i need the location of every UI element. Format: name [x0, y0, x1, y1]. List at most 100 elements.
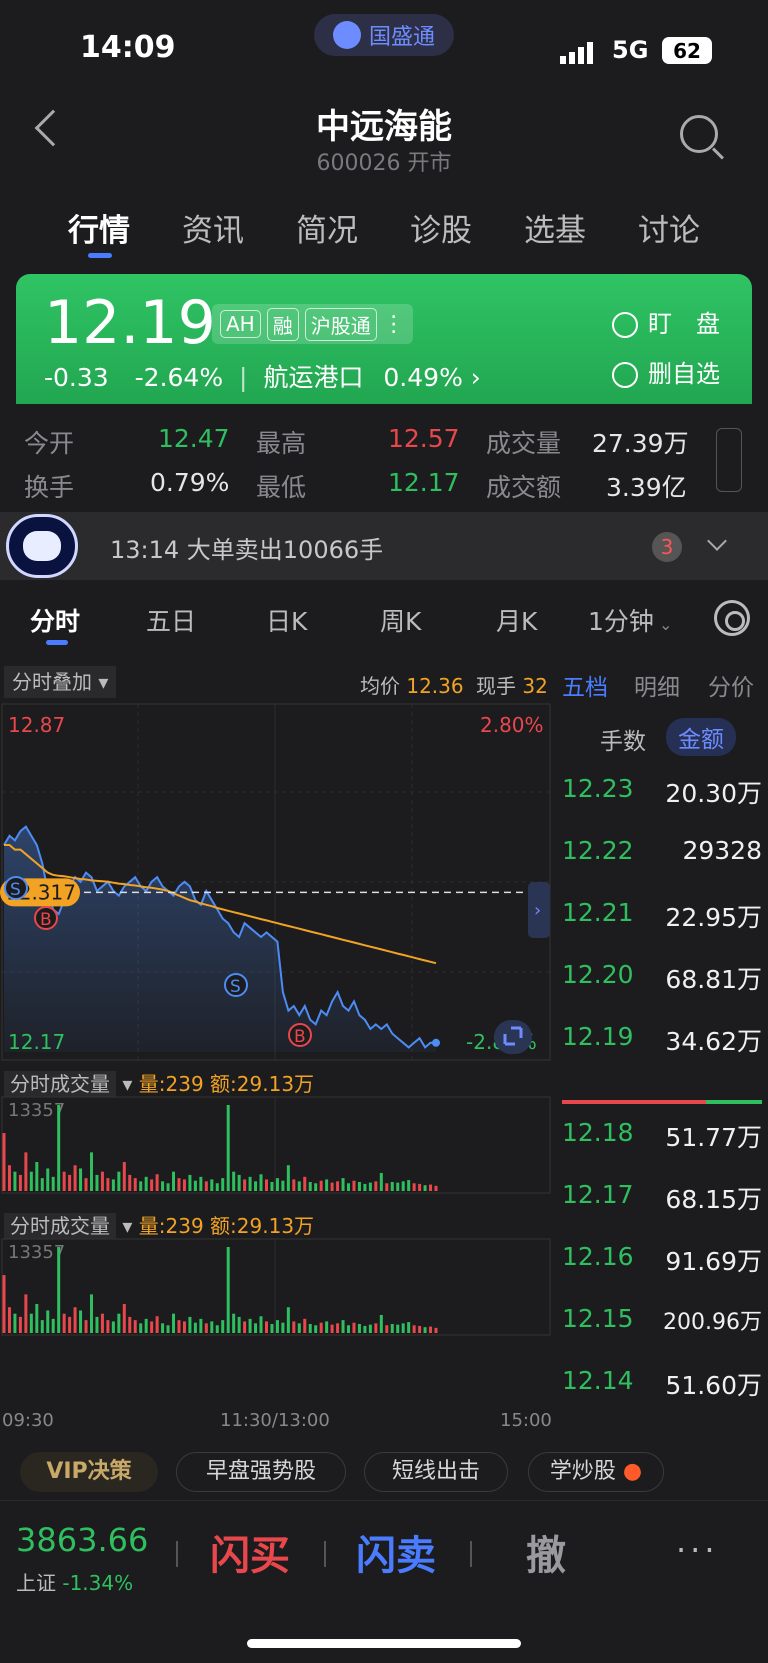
tab-day-k[interactable]: 日K [266, 602, 307, 638]
tab-1min[interactable]: 1分钟 ⌄ [588, 602, 672, 638]
remove-watchlist-button[interactable]: 删自选 [612, 354, 720, 389]
volume-bar [139, 1323, 143, 1333]
news-bar[interactable]: 13:14 大单卖出10066手 3 [0, 512, 768, 580]
search-icon[interactable] [680, 115, 718, 153]
volume-bar [281, 1180, 285, 1191]
volume-bar [336, 1323, 340, 1333]
chevron-down-icon[interactable] [707, 531, 727, 551]
volume-bar [117, 1313, 121, 1333]
toggle-lots[interactable]: 手数 [600, 722, 646, 756]
index-pct: -1.34% [62, 1571, 134, 1595]
tab-intraday[interactable]: 分时 [30, 602, 80, 638]
tab-week-k[interactable]: 周K [380, 602, 421, 638]
tab-profile[interactable]: 简况 [296, 205, 358, 250]
volume-bar [18, 1174, 22, 1191]
volume-bar [412, 1183, 416, 1191]
tab-1min-label: 1分钟 [588, 607, 654, 636]
chip-morning-strong[interactable]: 早盘强势股 [176, 1452, 346, 1492]
expand-book-icon[interactable]: › [528, 882, 550, 938]
fullscreen-icon[interactable] [494, 1020, 532, 1054]
tab-market[interactable]: 行情 [68, 205, 130, 250]
tab-5day[interactable]: 五日 [146, 602, 196, 638]
volume-bar [412, 1325, 416, 1333]
clock: 14:09 [80, 30, 176, 65]
volume-bar [232, 1171, 236, 1191]
tab-five-levels[interactable]: 五档 [562, 668, 608, 702]
open-value: 12.47 [158, 424, 230, 453]
tab-diagnose[interactable]: 诊股 [410, 205, 472, 250]
volume-bar [374, 1181, 378, 1191]
high-value: 12.57 [388, 424, 460, 453]
volume-bar [259, 1316, 263, 1333]
sector-name[interactable]: 航运港口 [263, 363, 363, 392]
avg-value: 12.36 [406, 674, 464, 698]
volume-bar [18, 1316, 22, 1333]
volume-bar [155, 1316, 159, 1333]
overlay-selector[interactable]: 分时叠加 ▾ [4, 666, 117, 698]
toggle-amount[interactable]: 金额 [666, 718, 736, 756]
watch-button[interactable]: 盯 盘 [612, 304, 720, 339]
expand-stats-button[interactable] [716, 428, 742, 492]
cancel-order-button[interactable]: 撤 [526, 1523, 566, 1581]
flash-sell-button[interactable]: 闪卖 [356, 1523, 436, 1581]
volume-header-2[interactable]: 分时成交量 ▾ 量:239 额:29.13万 [4, 1210, 314, 1239]
volume-bar [243, 1321, 247, 1333]
tab-details[interactable]: 明细 [634, 668, 680, 702]
volume-bar [429, 1326, 433, 1333]
volume-bar [57, 1105, 61, 1191]
volume-bar [308, 1181, 312, 1191]
chip-learn[interactable]: 学炒股 ● [528, 1452, 664, 1492]
volume-bar [193, 1322, 197, 1333]
tab-news[interactable]: 资讯 [182, 205, 244, 250]
robot-avatar-icon[interactable] [6, 514, 78, 578]
chip-short-term[interactable]: 短线出击 [364, 1452, 508, 1492]
volume-bar [13, 1171, 17, 1191]
volume-bar [264, 1179, 268, 1191]
chevron-right-icon[interactable]: › [471, 363, 481, 392]
bid-price: 12.15 [562, 1304, 634, 1333]
badge-group[interactable]: AH 融 沪股通 ⋮ [212, 304, 413, 344]
tab-price-dist[interactable]: 分价 [708, 668, 754, 702]
volume-bar [172, 1313, 176, 1333]
remove-label: 删自选 [648, 360, 720, 388]
volume-bar [68, 1174, 72, 1191]
volume-bar [390, 1323, 394, 1333]
watch-label: 盯 盘 [648, 310, 720, 338]
volume-header-1[interactable]: 分时成交量 ▾ 量:239 额:29.13万 [4, 1068, 314, 1097]
chip-vip-decision[interactable]: VIP决策 [20, 1452, 158, 1492]
bid-amount: 200.96万 [663, 1310, 762, 1335]
volume-label: 成交量 [486, 429, 562, 458]
volume-bar [303, 1318, 307, 1333]
buy-marker-text-icon: B [294, 1027, 306, 1047]
x-label-midday: 11:30/13:00 [220, 1410, 330, 1431]
settings-gear-icon[interactable] [714, 600, 750, 636]
volume-bar [133, 1320, 137, 1333]
app-pill[interactable]: 国盛通 [314, 14, 454, 56]
volume-bar [133, 1178, 137, 1191]
tab-funds[interactable]: 选基 [524, 205, 586, 250]
bid-ask-ratio-bar [562, 1100, 762, 1104]
volume-bar [144, 1176, 148, 1191]
more-menu-button[interactable]: ··· [676, 1531, 719, 1569]
tab-discuss[interactable]: 讨论 [638, 205, 700, 250]
index-name-line[interactable]: 上证 -1.34% [16, 1567, 133, 1596]
price-chart[interactable]: 12.87 2.80% 12.17 -2.80% 12.317 S B S B … [0, 702, 552, 1062]
avg-label: 均价 [360, 674, 400, 698]
volume-bar [111, 1179, 115, 1191]
volume-bar [100, 1313, 104, 1333]
volume-bar [2, 1275, 6, 1333]
volume-bar [210, 1321, 214, 1333]
volume-bar [292, 1179, 296, 1191]
volume-bar [204, 1181, 208, 1191]
sector-pct[interactable]: 0.49% [383, 363, 462, 392]
news-text[interactable]: 13:14 大单卖出10066手 [110, 530, 383, 565]
volume-bar [188, 1174, 192, 1191]
volume-bar [396, 1324, 400, 1333]
volume-bar [188, 1316, 192, 1333]
flash-buy-button[interactable]: 闪买 [210, 1523, 290, 1581]
volume-bar [336, 1181, 340, 1191]
volume-bar [297, 1323, 301, 1333]
index-value[interactable]: 3863.66 [16, 1521, 148, 1559]
divider: | [239, 363, 248, 392]
tab-month-k[interactable]: 月K [496, 602, 537, 638]
